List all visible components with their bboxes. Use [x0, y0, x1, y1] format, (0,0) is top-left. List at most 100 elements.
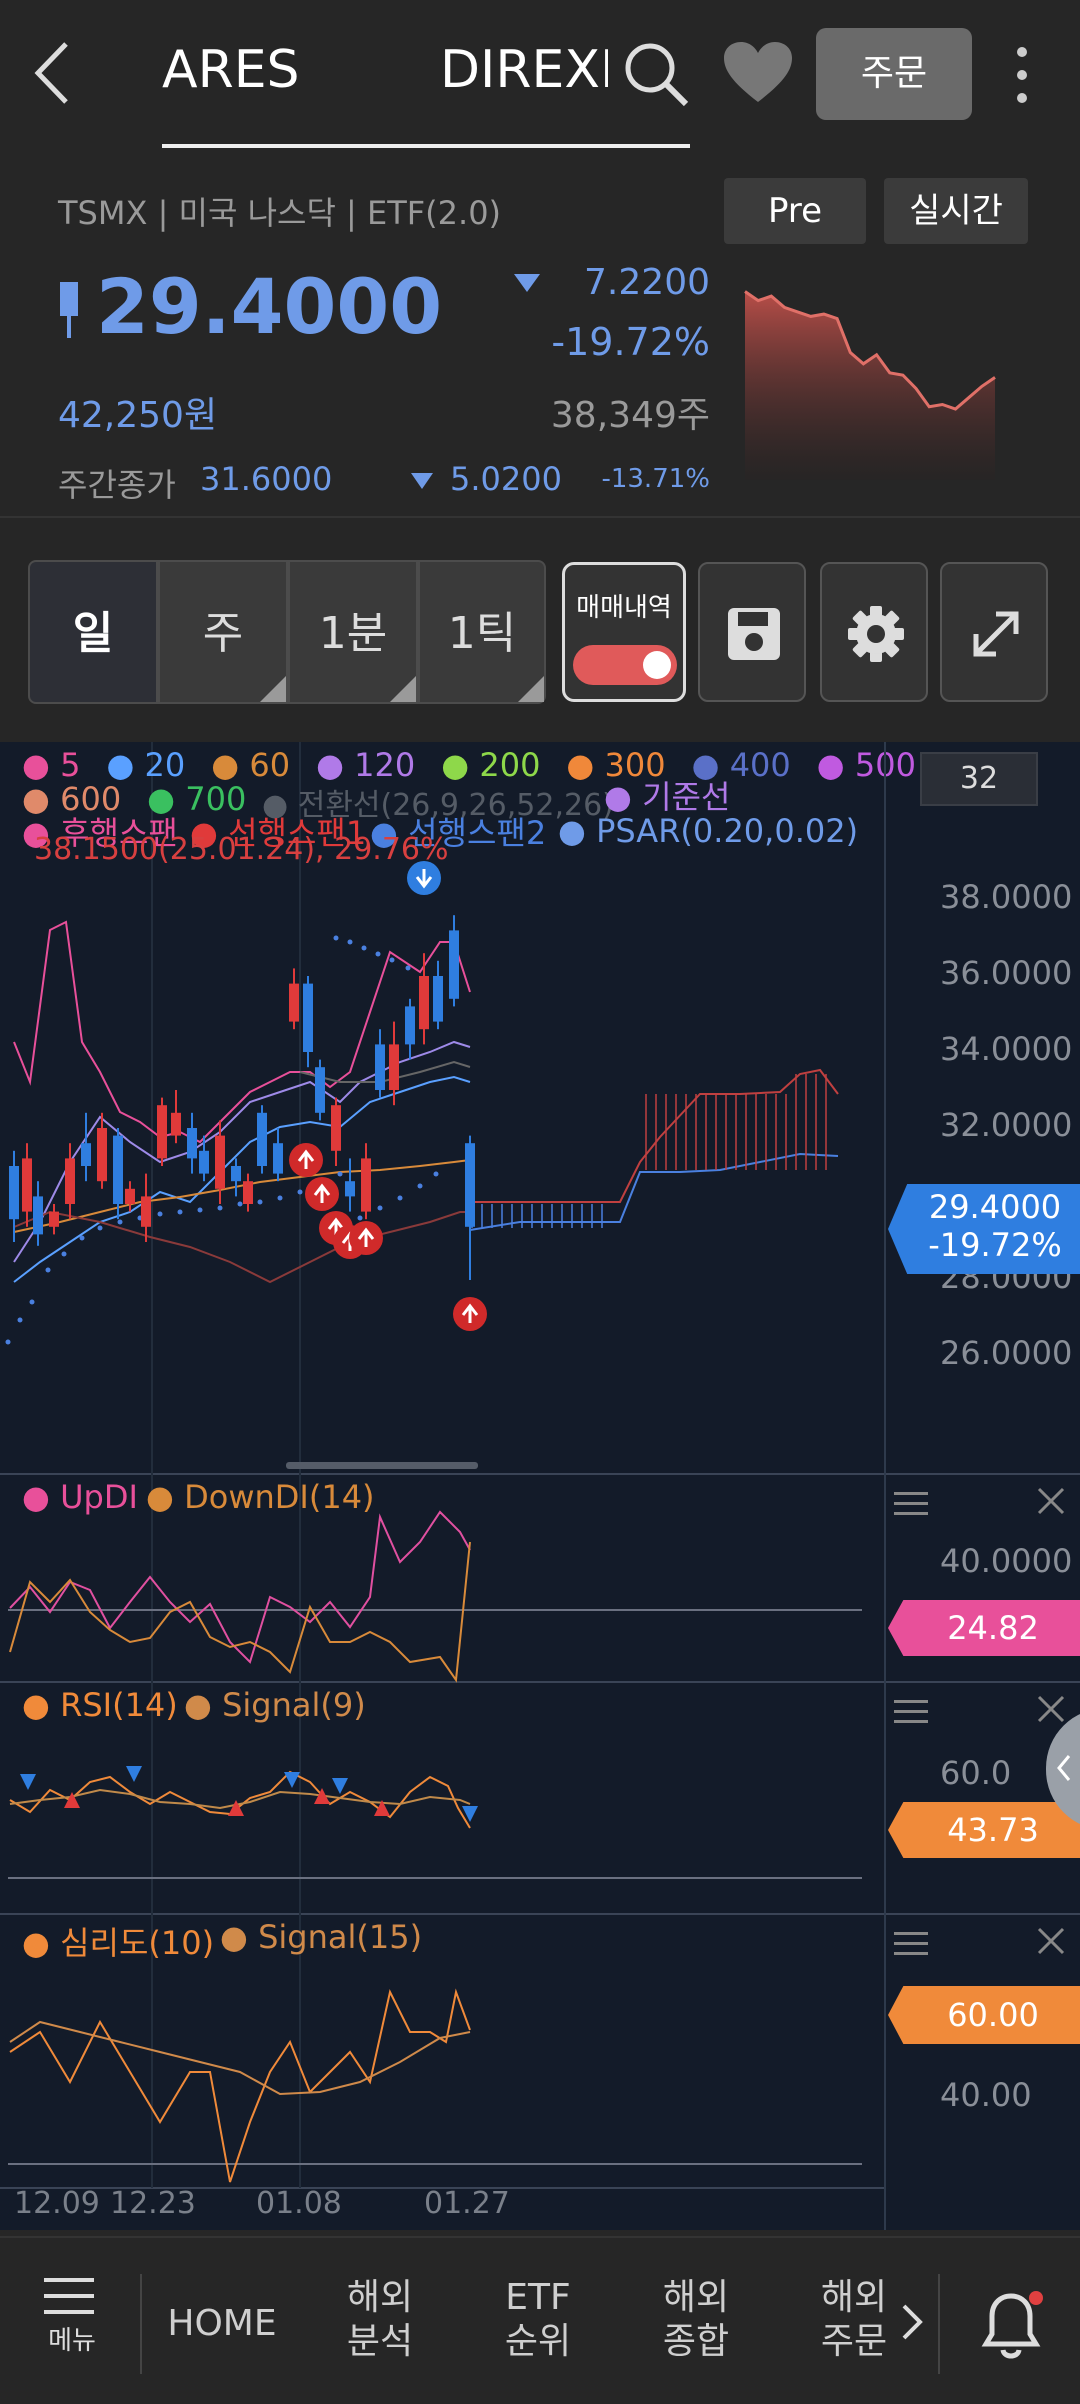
notification-bell-icon[interactable]: [976, 2288, 1046, 2364]
ma-legend-item: ● 200: [441, 746, 541, 784]
psar-dot: [357, 1215, 363, 1221]
psar-dot: [61, 1251, 67, 1257]
candle-body: [405, 1006, 415, 1045]
psar-dot: [217, 1205, 223, 1211]
nav-overseas-order[interactable]: 해외 주문: [794, 2276, 914, 2364]
period-1tick-label: 1틱: [447, 608, 517, 659]
nav-overseas-analysis[interactable]: 해외 분석: [320, 2276, 440, 2364]
ma-legend-item: ● 120: [316, 746, 416, 784]
period-1tick[interactable]: 1틱: [418, 560, 546, 704]
favorite-heart-icon[interactable]: [722, 40, 794, 106]
rsi-value-tag-text: 43.73: [947, 1811, 1039, 1849]
panel-close-icon[interactable]: [1036, 1694, 1066, 1724]
current-price-tag-value: 29.4000: [928, 1188, 1062, 1226]
period-week-label: 주: [202, 608, 244, 659]
candlesticks: [9, 915, 475, 1280]
toggle-switch[interactable]: [573, 645, 677, 685]
y-label: 34.0000: [940, 1030, 1073, 1068]
panel-close-icon[interactable]: [1036, 1486, 1066, 1516]
psar-dot: [177, 1209, 183, 1215]
save-icon: [728, 608, 780, 660]
candle-body: [171, 1112, 181, 1136]
rsi-sell-arrow-icon: [332, 1778, 348, 1794]
candle-body: [345, 1181, 355, 1197]
candle-body: [33, 1196, 43, 1235]
legend-downdi-label: DownDI(14): [184, 1478, 375, 1516]
tab-underline: [162, 144, 690, 148]
y-label: 32.0000: [940, 1106, 1073, 1144]
visible-count-box[interactable]: 32: [920, 752, 1038, 806]
candle-body: [65, 1158, 75, 1204]
panel-menu-icon[interactable]: [894, 1698, 930, 1726]
candle-body: [231, 1166, 241, 1182]
nav-overseas-overview[interactable]: 해외 종합: [636, 2276, 756, 2364]
candle-body: [215, 1135, 225, 1189]
current-price-tag: 29.4000 -19.72%: [888, 1184, 1080, 1274]
trade-history-label: 매매내역: [576, 593, 672, 623]
current-price-tag-pct: -19.72%: [928, 1226, 1062, 1264]
legend-updi: ● UpDI: [22, 1478, 138, 1516]
legend-psar-label: PSAR(0.20,0.02): [596, 812, 859, 850]
legend-rsi-signal-label: Signal(9): [222, 1686, 366, 1724]
ma-legend-item: ● 60: [211, 746, 291, 784]
candle-body: [361, 1158, 371, 1212]
hamburger-icon: [44, 2278, 94, 2314]
save-button[interactable]: [698, 562, 806, 702]
fullscreen-button[interactable]: [940, 562, 1048, 702]
tab-direxion[interactable]: DIREXION: [440, 40, 608, 100]
rsi-buy-arrow-icon: [228, 1800, 244, 1816]
trade-history-toggle[interactable]: 매매내역: [562, 562, 686, 702]
legend-psy-signal-label: Signal(15): [258, 1918, 423, 1956]
period-day-label: 일: [72, 608, 114, 659]
candle-body: [273, 1143, 283, 1174]
realtime-button[interactable]: 실시간: [884, 178, 1028, 244]
nav-home[interactable]: HOME: [162, 2302, 282, 2346]
candle-body: [199, 1150, 209, 1174]
candle-body: [315, 1067, 325, 1113]
chart-scroll-thumb[interactable]: [286, 1462, 478, 1469]
nav-etf-ranking[interactable]: ETF 순위: [478, 2276, 598, 2364]
ma120-line: [13, 1159, 471, 1233]
candle-body: [141, 1196, 151, 1227]
psar-dot: [333, 935, 339, 941]
psar-dot: [277, 1195, 283, 1201]
price-candle-icon: [60, 282, 78, 338]
y-label: 38.0000: [940, 878, 1073, 916]
back-arrow-icon[interactable]: [30, 40, 76, 106]
legend-psy: ● 심리도(10): [22, 1924, 215, 1962]
candle-body: [449, 930, 459, 999]
rsi-line: [9, 1770, 471, 1829]
nav-etf-ranking-line2: 순위: [504, 2321, 572, 2362]
candle-body: [125, 1188, 135, 1204]
divider: [0, 516, 1080, 518]
x-label: 12.09: [14, 2186, 100, 2221]
settings-button[interactable]: [820, 562, 928, 702]
panel-menu-icon[interactable]: [894, 1490, 930, 1518]
search-icon[interactable]: [620, 38, 692, 110]
panel-close-icon[interactable]: [1036, 1926, 1066, 1956]
pre-market-button[interactable]: Pre: [724, 178, 866, 244]
rsi-sell-arrow-icon: [126, 1766, 142, 1782]
candle-body: [331, 1105, 341, 1151]
nav-divider: [938, 2274, 940, 2374]
period-week[interactable]: 주: [158, 560, 288, 704]
candle-body: [187, 1128, 197, 1159]
gear-icon: [848, 606, 904, 662]
order-button[interactable]: 주문: [816, 28, 972, 120]
tab-ares[interactable]: ARES: [162, 40, 322, 100]
psar-dot: [361, 945, 367, 951]
legend-base-label: 기준선: [642, 778, 731, 816]
ma-legend-item: ● 5: [22, 746, 81, 784]
period-1min[interactable]: 1분: [288, 560, 418, 704]
period-day[interactable]: 일: [28, 560, 158, 704]
more-menu-icon[interactable]: [1010, 44, 1034, 106]
chevron-right-icon[interactable]: [900, 2302, 924, 2342]
legend-psy-label: 심리도(10): [60, 1924, 215, 1962]
menu-button[interactable]: 메뉴: [36, 2276, 108, 2357]
candle-body: [81, 1143, 91, 1166]
chart-area[interactable]: ● 5 ● 20 ● 60 ● 120 ● 200 ● 300 ● 400 ● 500 ● 60…: [0, 742, 1080, 2230]
panel-menu-icon[interactable]: [894, 1930, 930, 1958]
volume: 38,349주: [550, 395, 710, 436]
chevron-left-icon: [1057, 1755, 1071, 1781]
nav-overseas-order-line2: 주문: [820, 2321, 888, 2362]
